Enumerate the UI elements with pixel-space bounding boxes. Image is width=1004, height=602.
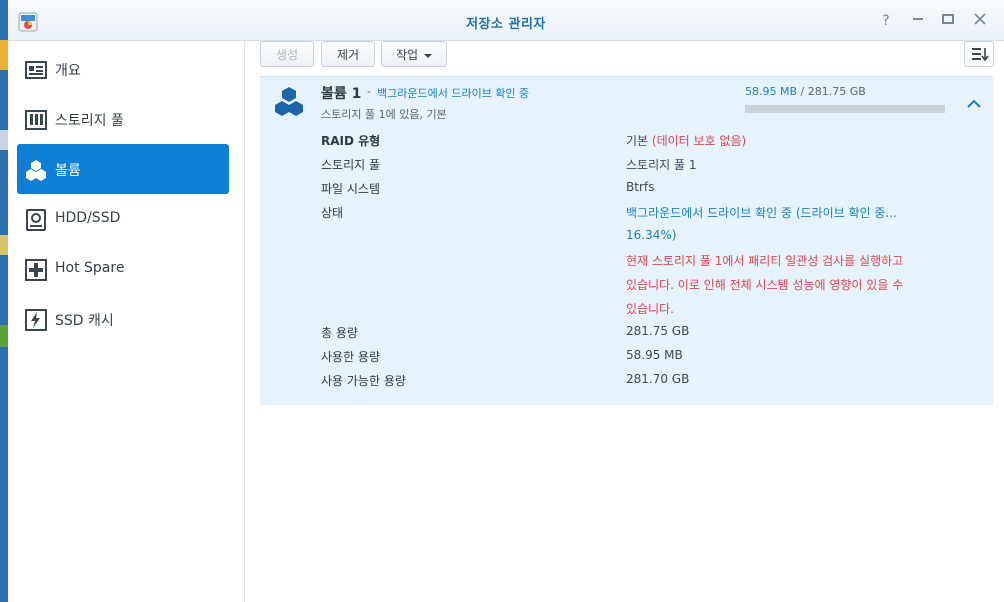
total-capacity: 281.75 GB (807, 85, 866, 98)
sort-button[interactable] (964, 41, 994, 67)
sidebar-item-label: HDD/SSD (55, 210, 121, 226)
desktop-icon-fragment (0, 325, 8, 347)
total-capacity-value: 281.75 GB (626, 324, 690, 338)
window-title: 저장소 관리자 (466, 17, 546, 32)
usage-separator: / (800, 85, 805, 98)
sidebar-item-storage-pool[interactable]: 스토리지 풀 (17, 94, 229, 144)
sidebar-item-label: 볼륨 (55, 163, 81, 179)
raid-type-value: 기본 (데이터 보호 없음) (626, 132, 746, 149)
volume-name: 볼륨 1 (321, 86, 362, 102)
storage-manager-window: 저장소 관리자 ? 개요 스토리지 풀 볼륨 HDD/SSD Hot Spare… (8, 0, 1004, 602)
main-content: 생성 제거 작업 볼륨 1 - 백그라운드에서 드라이브 확인 중 스토리지 풀… (260, 41, 1004, 602)
sidebar: 개요 스토리지 풀 볼륨 HDD/SSD Hot Spare SSD 캐시 (8, 41, 245, 602)
caret-down-icon (424, 53, 433, 58)
sidebar-item-hot-spare[interactable]: Hot Spare (17, 244, 229, 294)
sidebar-item-volume[interactable]: 볼륨 (17, 144, 229, 194)
minimize-button[interactable] (909, 12, 927, 30)
used-capacity: 58.95 MB (745, 85, 798, 98)
help-icon: ? (882, 13, 890, 29)
maximize-button[interactable] (939, 12, 957, 30)
raid-type-text: 기본 (626, 134, 649, 148)
storage-pool-label: 스토리지 풀 (321, 158, 381, 172)
sidebar-item-ssd-cache[interactable]: SSD 캐시 (17, 294, 229, 344)
drive-icon (26, 209, 46, 231)
help-button[interactable]: ? (877, 12, 895, 30)
remove-button[interactable]: 제거 (321, 41, 375, 67)
storage-pool-value: 스토리지 풀 1 (626, 158, 697, 172)
desktop-icon-fragment (0, 130, 8, 150)
available-capacity-value: 281.70 GB (626, 372, 690, 386)
status-label: 상태 (321, 206, 344, 220)
used-capacity-label: 사용한 용량 (321, 350, 381, 364)
file-system-label: 파일 시스템 (321, 182, 381, 196)
sidebar-item-hdd-ssd[interactable]: HDD/SSD (17, 194, 229, 244)
hot-spare-icon (25, 259, 47, 281)
ssd-cache-icon (25, 309, 47, 331)
sort-icon (972, 48, 989, 62)
raid-type-note: (데이터 보호 없음) (651, 134, 747, 148)
sidebar-item-overview[interactable]: 개요 (17, 44, 229, 94)
storage-pool-icon (25, 110, 47, 130)
volume-title-separator: - (367, 85, 371, 98)
usage-text: 58.95 MB / 281.75 GB (745, 85, 866, 98)
file-system-value: Btrfs (626, 180, 655, 194)
desktop-icon-fragment (0, 235, 8, 255)
volume-icon (26, 160, 46, 181)
close-button[interactable] (971, 12, 989, 30)
total-capacity-label: 총 용량 (321, 326, 358, 340)
close-icon (974, 13, 986, 25)
overview-icon (25, 61, 47, 79)
action-dropdown-button[interactable]: 작업 (381, 41, 447, 67)
sidebar-item-label: 개요 (55, 63, 81, 79)
volume-cubes-icon (275, 87, 303, 116)
used-capacity-value: 58.95 MB (626, 348, 683, 362)
volume-status: 백그라운드에서 드라이브 확인 중 (377, 87, 530, 100)
create-button[interactable]: 생성 (260, 41, 314, 67)
title-bar[interactable]: 저장소 관리자 ? (8, 0, 1004, 41)
action-dropdown-label: 작업 (395, 48, 419, 62)
sidebar-item-label: SSD 캐시 (55, 313, 114, 329)
status-line-2: 16.34%) (626, 228, 677, 242)
volume-subtitle: 스토리지 풀 1에 있음, 기본 (321, 108, 447, 121)
status-line-1: 백그라운드에서 드라이브 확인 중 (드라이브 확인 중... (626, 206, 897, 220)
desktop-icon-fragment (0, 40, 8, 70)
raid-type-label: RAID 유형 (321, 134, 381, 148)
available-capacity-label: 사용 가능한 용량 (321, 374, 406, 388)
sidebar-item-label: Hot Spare (55, 260, 125, 276)
collapse-chevron-up-icon[interactable] (963, 93, 985, 115)
warning-line-1: 현재 스토리지 풀 1에서 패리티 일관성 검사를 실행하고 (626, 254, 904, 268)
maximize-icon (942, 14, 954, 24)
warning-line-2: 있습니다. 이로 인해 전체 시스템 성능에 영향이 있을 수 (626, 278, 904, 292)
minimize-icon (913, 18, 923, 20)
warning-line-3: 있습니다. (626, 302, 674, 316)
volume-panel[interactable]: 볼륨 1 - 백그라운드에서 드라이브 확인 중 스토리지 풀 1에 있음, 기… (260, 76, 993, 405)
sidebar-item-label: 스토리지 풀 (55, 113, 124, 129)
desktop-background (0, 0, 8, 602)
usage-bar (745, 105, 945, 113)
